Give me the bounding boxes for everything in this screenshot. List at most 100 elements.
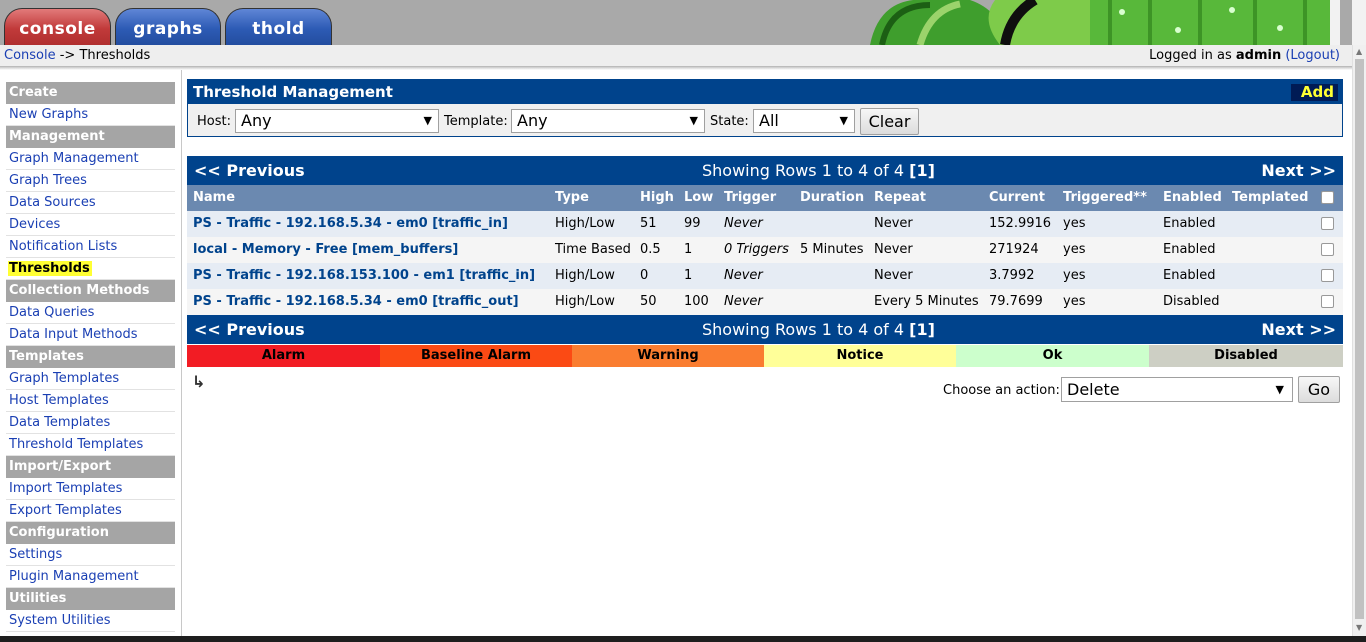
scrollbar-thumb[interactable] bbox=[1355, 59, 1364, 619]
row-checkbox[interactable] bbox=[1321, 295, 1334, 308]
col-repeat[interactable]: Repeat bbox=[874, 185, 926, 211]
sidebar-item-settings[interactable]: Settings bbox=[6, 544, 175, 566]
page-number[interactable]: [1] bbox=[909, 161, 935, 180]
next-link[interactable]: Next >> bbox=[1261, 315, 1336, 345]
sidebar-item-export-templates[interactable]: Export Templates bbox=[6, 500, 175, 522]
sidebar-item-import-templates[interactable]: Import Templates bbox=[6, 478, 175, 500]
action-select-value: Delete bbox=[1067, 380, 1120, 399]
table-row[interactable]: PS - Traffic - 192.168.5.34 - em0 [traff… bbox=[187, 211, 1343, 237]
host-select[interactable]: Any ▼ bbox=[235, 109, 439, 133]
table-row[interactable]: PS - Traffic - 192.168.153.100 - em1 [tr… bbox=[187, 263, 1343, 289]
cell-high: 0.5 bbox=[640, 242, 661, 257]
sidebar-item-host-templates[interactable]: Host Templates bbox=[6, 390, 175, 412]
sidebar-item-system-utilities[interactable]: System Utilities bbox=[6, 610, 175, 632]
row-checkbox[interactable] bbox=[1321, 217, 1334, 230]
clear-button[interactable]: Clear bbox=[860, 108, 919, 135]
sidebar-item-graph-trees[interactable]: Graph Trees bbox=[6, 170, 175, 192]
cell-type: High/Low bbox=[555, 268, 615, 283]
pagination-top: << Previous Showing Rows 1 to 4 of 4 [1]… bbox=[187, 156, 1343, 185]
state-select-value: All bbox=[759, 111, 779, 130]
col-templated[interactable]: Templated bbox=[1232, 185, 1308, 211]
cell-triggered: yes bbox=[1063, 294, 1086, 309]
breadcrumb-console-link[interactable]: Console bbox=[4, 48, 56, 63]
sidebar-menu: Create New Graphs Management Graph Manag… bbox=[0, 70, 182, 636]
threshold-name-link[interactable]: PS - Traffic - 192.168.153.100 - em1 [tr… bbox=[193, 263, 535, 289]
col-trigger[interactable]: Trigger bbox=[724, 185, 776, 211]
threshold-name-link[interactable]: local - Memory - Free [mem_buffers] bbox=[193, 237, 458, 263]
scroll-up-icon[interactable]: ▲ bbox=[1356, 47, 1362, 56]
cell-enabled: Disabled bbox=[1163, 294, 1220, 309]
legend-disabled: Disabled bbox=[1149, 345, 1343, 367]
login-prefix: Logged in as bbox=[1149, 48, 1236, 63]
action-select[interactable]: Delete ▼ bbox=[1061, 377, 1293, 402]
tab-graphs[interactable]: graphs bbox=[115, 8, 221, 45]
sidebar-item-data-queries[interactable]: Data Queries bbox=[6, 302, 175, 324]
host-select-value: Any bbox=[241, 111, 272, 130]
login-user: admin bbox=[1235, 48, 1282, 63]
sidebar-item-new-graphs[interactable]: New Graphs bbox=[6, 104, 175, 126]
breadcrumb-bar: Console -> Thresholds Logged in as admin… bbox=[0, 45, 1352, 67]
threshold-name-link[interactable]: PS - Traffic - 192.168.5.34 - em0 [traff… bbox=[193, 289, 519, 315]
sidebar-item-data-sources[interactable]: Data Sources bbox=[6, 192, 175, 214]
tab-console[interactable]: console bbox=[4, 8, 111, 45]
sidebar-item-thresholds-label: Thresholds bbox=[8, 261, 92, 276]
arrow-down-right-icon: ↳ bbox=[192, 372, 206, 391]
state-label: State: bbox=[710, 114, 749, 129]
sidebar-item-threshold-templates[interactable]: Threshold Templates bbox=[6, 434, 175, 456]
legend-alarm: Alarm bbox=[187, 345, 380, 367]
cell-repeat: Never bbox=[874, 242, 913, 257]
action-label: Choose an action: bbox=[943, 383, 1060, 398]
col-high[interactable]: High bbox=[640, 185, 674, 211]
sidebar-item-data-templates[interactable]: Data Templates bbox=[6, 412, 175, 434]
sidebar-item-thresholds[interactable]: Thresholds bbox=[6, 258, 175, 280]
row-checkbox[interactable] bbox=[1321, 243, 1334, 256]
state-select[interactable]: All ▼ bbox=[753, 109, 855, 133]
page-scrollbar[interactable]: ▲ ▼ bbox=[1352, 45, 1366, 636]
scroll-down-icon[interactable]: ▼ bbox=[1356, 623, 1362, 632]
row-checkbox[interactable] bbox=[1321, 269, 1334, 282]
cell-enabled: Enabled bbox=[1163, 216, 1216, 231]
cell-low: 1 bbox=[684, 242, 693, 257]
cell-repeat: Never bbox=[874, 268, 913, 283]
sidebar-item-plugin-management[interactable]: Plugin Management bbox=[6, 566, 175, 588]
col-type[interactable]: Type bbox=[555, 185, 589, 211]
template-select-value: Any bbox=[517, 111, 548, 130]
col-name[interactable]: Name bbox=[193, 185, 235, 211]
legend-warning: Warning bbox=[572, 345, 764, 367]
page-number[interactable]: [1] bbox=[909, 320, 935, 339]
sidebar-item-notification-lists[interactable]: Notification Lists bbox=[6, 236, 175, 258]
select-all-checkbox[interactable] bbox=[1321, 191, 1334, 204]
cell-current: 152.9916 bbox=[989, 216, 1052, 231]
sidebar-header-configuration: Configuration bbox=[6, 522, 175, 544]
col-duration[interactable]: Duration bbox=[800, 185, 864, 211]
cell-current: 271924 bbox=[989, 242, 1039, 257]
col-current[interactable]: Current bbox=[989, 185, 1045, 211]
previous-link[interactable]: << Previous bbox=[194, 315, 305, 345]
cell-repeat: Never bbox=[874, 216, 913, 231]
next-link[interactable]: Next >> bbox=[1261, 156, 1336, 186]
sidebar-header-management: Management bbox=[6, 126, 175, 148]
go-button[interactable]: Go bbox=[1298, 376, 1340, 403]
pagination-bottom: << Previous Showing Rows 1 to 4 of 4 [1]… bbox=[187, 315, 1343, 344]
previous-link[interactable]: << Previous bbox=[194, 156, 305, 186]
tab-thold[interactable]: thold bbox=[225, 8, 332, 45]
cell-repeat: Every 5 Minutes bbox=[874, 294, 979, 309]
sidebar-item-data-input-methods[interactable]: Data Input Methods bbox=[6, 324, 175, 346]
logout-link[interactable]: (Logout) bbox=[1285, 48, 1340, 63]
col-enabled[interactable]: Enabled bbox=[1163, 185, 1222, 211]
row-count: Showing Rows 1 to 4 of 4 [1] bbox=[702, 315, 935, 345]
breadcrumb-separator: -> bbox=[55, 48, 80, 63]
threshold-name-link[interactable]: PS - Traffic - 192.168.5.34 - em0 [traff… bbox=[193, 211, 508, 237]
table-row[interactable]: local - Memory - Free [mem_buffers] Time… bbox=[187, 237, 1343, 263]
sidebar-item-graph-management[interactable]: Graph Management bbox=[6, 148, 175, 170]
add-button[interactable]: Add bbox=[1290, 84, 1338, 101]
template-select[interactable]: Any ▼ bbox=[511, 109, 705, 133]
login-status: Logged in as admin (Logout) bbox=[1149, 48, 1340, 63]
table-row[interactable]: PS - Traffic - 192.168.5.34 - em0 [traff… bbox=[187, 289, 1343, 315]
col-triggered[interactable]: Triggered** bbox=[1063, 185, 1147, 211]
cell-triggered: yes bbox=[1063, 268, 1086, 283]
sidebar-item-graph-templates[interactable]: Graph Templates bbox=[6, 368, 175, 390]
col-low[interactable]: Low bbox=[684, 185, 713, 211]
cell-enabled: Enabled bbox=[1163, 268, 1216, 283]
sidebar-item-devices[interactable]: Devices bbox=[6, 214, 175, 236]
